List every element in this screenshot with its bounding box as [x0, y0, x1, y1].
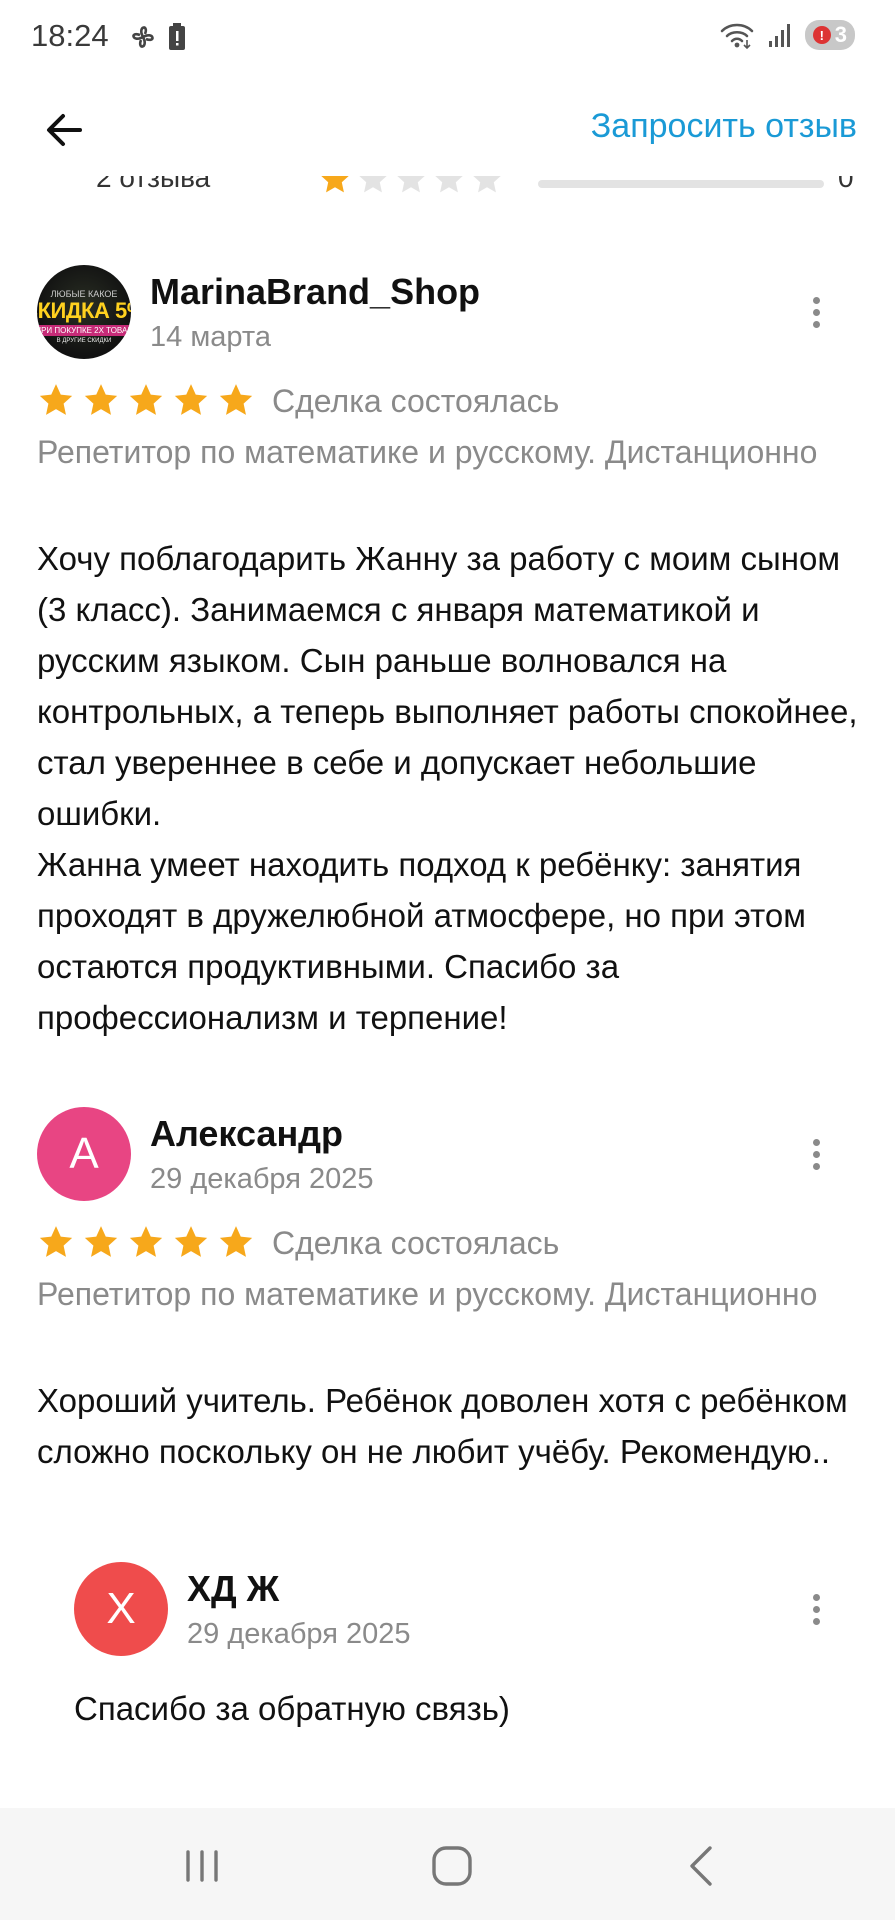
more-dot — [812, 308, 820, 316]
top-app-bar: Запросить отзыв — [0, 80, 895, 175]
reply-date: 29 декабря 2025 — [187, 1618, 411, 1650]
rating-stars — [37, 381, 255, 419]
star-filled-icon — [39, 1226, 73, 1257]
notification-badge: ! 3 — [804, 20, 855, 50]
summary-stars — [318, 176, 504, 196]
request-review-link[interactable]: Запросить отзыв — [591, 107, 857, 146]
star-empty-icon — [397, 176, 425, 193]
back-icon — [690, 1846, 712, 1886]
author-name[interactable]: MarinaBrand_Shop — [150, 271, 480, 313]
battery-icon — [169, 23, 185, 50]
alert-icon: ! — [812, 26, 831, 44]
star-filled-icon — [39, 384, 73, 415]
system-navigation-bar — [0, 1808, 895, 1920]
more-dot — [812, 296, 820, 304]
more-dot — [812, 1150, 820, 1158]
more-options-button[interactable] — [801, 1132, 831, 1176]
reply-more-options-button[interactable] — [801, 1587, 831, 1631]
star-filled-icon — [129, 1226, 163, 1257]
review-card: А Александр 29 декабря 2025 Сделка состо… — [0, 1097, 895, 1797]
status-icons-left — [128, 22, 186, 52]
star-filled-icon — [129, 384, 163, 415]
star-filled-icon — [84, 1226, 118, 1257]
avatar[interactable]: А — [37, 1107, 131, 1201]
home-icon — [432, 1846, 472, 1886]
more-dot — [812, 1617, 820, 1625]
review-card: ЛЮБЫЕ КАКОЕ СКИДКА 5% ПРИ ПОКУПКЕ 2Х ТОВ… — [0, 255, 895, 1055]
reply-text: Спасибо за обратную связь) — [74, 1690, 510, 1727]
summary-progress-bar — [538, 180, 824, 188]
fan-icon — [132, 26, 154, 48]
reply-author-name[interactable]: ХД Ж — [187, 1568, 279, 1610]
avatar-letter: Х — [106, 1584, 136, 1633]
summary-count: 2 отзыва — [96, 176, 211, 193]
star-empty-icon — [473, 176, 501, 193]
star-empty-icon — [435, 176, 463, 193]
star-filled-icon — [321, 176, 349, 193]
service-title[interactable]: Репетитор по математике и русскому. Дист… — [37, 1271, 857, 1317]
avatar-text-line: ЛЮБЫЕ КАКОЕ — [50, 288, 118, 299]
reply-avatar[interactable]: Х — [74, 1562, 168, 1656]
star-empty-icon — [359, 176, 387, 193]
more-dot — [812, 1605, 820, 1613]
status-bar: 18:24 ! 3 — [0, 0, 895, 80]
rating-summary-row: 2 отзыва 0 — [0, 176, 895, 216]
rating-stars — [37, 1223, 255, 1261]
status-icons-right: ! 3 — [719, 20, 855, 50]
recent-apps-button[interactable] — [172, 1838, 232, 1894]
more-dot — [812, 1162, 820, 1170]
arrow-left-icon — [47, 114, 82, 146]
star-filled-icon — [219, 384, 253, 415]
avatar[interactable]: ЛЮБЫЕ КАКОЕ СКИДКА 5% ПРИ ПОКУПКЕ 2Х ТОВ… — [37, 265, 131, 359]
deal-status: Сделка состоялась — [272, 383, 560, 419]
review-date: 14 марта — [150, 321, 271, 353]
recent-apps-icon — [186, 1850, 218, 1882]
star-filled-icon — [219, 1226, 253, 1257]
author-name[interactable]: Александр — [150, 1113, 343, 1155]
nav-back-button[interactable] — [672, 1838, 732, 1894]
review-text: Хороший учитель. Ребёнок доволен хотя с … — [37, 1382, 848, 1470]
home-button[interactable] — [422, 1838, 482, 1894]
avatar-text-line: ПРИ ПОКУПКЕ 2Х ТОВАР — [37, 324, 131, 336]
more-dot — [812, 1138, 820, 1146]
avatar-text-line: СКИДКА 5% — [37, 297, 131, 323]
review-date: 29 декабря 2025 — [150, 1163, 374, 1195]
signal-icon — [768, 24, 790, 47]
service-title[interactable]: Репетитор по математике и русскому. Дист… — [37, 429, 857, 475]
star-filled-icon — [174, 1226, 208, 1257]
summary-bar-value: 0 — [838, 176, 854, 193]
wifi-icon — [720, 23, 754, 50]
notification-count: 3 — [834, 22, 847, 47]
back-button[interactable] — [40, 105, 90, 155]
more-options-button[interactable] — [801, 290, 831, 334]
avatar-letter: А — [69, 1129, 99, 1178]
more-dot — [812, 320, 820, 328]
star-filled-icon — [174, 384, 208, 415]
star-filled-icon — [84, 384, 118, 415]
avatar-text-line: В ДРУГИЕ СКИДКИ — [56, 337, 112, 344]
status-time: 18:24 — [31, 18, 109, 53]
deal-status: Сделка состоялась — [272, 1225, 560, 1261]
more-dot — [812, 1593, 820, 1601]
review-text: Хочу поблагодарить Жанну за работу с мои… — [37, 540, 858, 1036]
